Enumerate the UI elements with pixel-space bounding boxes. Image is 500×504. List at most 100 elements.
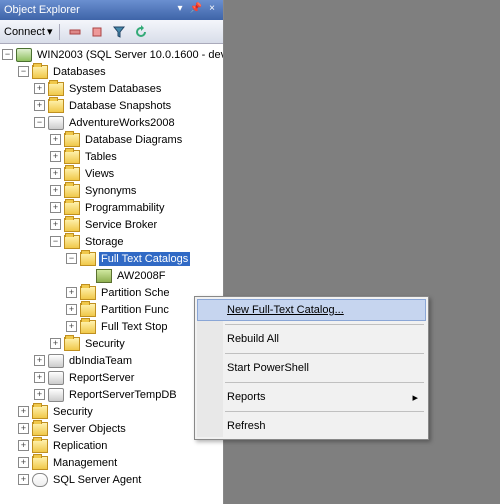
connect-button[interactable]: Connect ▾ [4,25,53,38]
folder-icon [64,235,80,249]
folder-icon [80,303,96,317]
expand-toggle[interactable]: − [66,253,77,264]
tree-node[interactable]: Partition Func [99,303,171,317]
expand-toggle[interactable]: + [50,134,61,145]
tree[interactable]: −WIN2003 (SQL Server 10.0.1600 - dev) −D… [0,44,223,504]
tree-node[interactable]: Database Diagrams [83,133,184,147]
folder-icon [64,218,80,232]
agent-icon [32,473,48,487]
menu-separator [225,382,424,383]
menu-separator [225,324,424,325]
filter-icon[interactable] [111,24,127,40]
expand-toggle[interactable]: + [18,457,29,468]
folder-icon [32,439,48,453]
expand-toggle[interactable]: + [66,287,77,298]
expand-toggle[interactable]: − [18,66,29,77]
server-icon [16,48,32,62]
expand-toggle[interactable]: + [18,423,29,434]
expand-toggle[interactable]: + [34,389,45,400]
dropdown-icon[interactable]: ▾ [173,3,187,17]
context-menu: New Full-Text Catalog... Rebuild All Sta… [194,296,429,440]
tree-node[interactable]: SQL Server Agent [51,473,143,487]
expand-toggle[interactable]: + [50,185,61,196]
tree-node[interactable]: AdventureWorks2008 [67,116,177,130]
tree-node[interactable]: Full Text Stop [99,320,169,334]
object-explorer-panel: Object Explorer ▾ 📌 × Connect ▾ −WIN2003… [0,0,224,504]
folder-icon [64,133,80,147]
disconnect-icon[interactable] [67,24,83,40]
expand-toggle[interactable]: + [34,355,45,366]
expand-toggle[interactable]: + [50,338,61,349]
tree-node[interactable]: Database Snapshots [67,99,173,113]
folder-icon [48,82,64,96]
expand-toggle[interactable]: + [66,304,77,315]
folder-icon [32,456,48,470]
refresh-icon[interactable] [133,24,149,40]
folder-icon [80,286,96,300]
tree-node[interactable]: AW2008F [115,269,168,283]
full-text-catalogs-node[interactable]: Full Text Catalogs [99,252,190,266]
folder-icon [64,184,80,198]
menu-refresh[interactable]: Refresh [197,415,426,437]
folder-icon [64,337,80,351]
catalog-icon [96,269,112,283]
expand-toggle[interactable]: + [34,83,45,94]
tree-node[interactable]: Security [51,405,95,419]
toolbar: Connect ▾ [0,20,223,44]
tree-node[interactable]: ReportServer [67,371,136,385]
folder-icon [32,65,48,79]
submenu-arrow-icon: ▸ [412,391,418,404]
tree-node[interactable]: Views [83,167,116,181]
expand-toggle[interactable]: + [50,202,61,213]
tree-node[interactable]: Storage [83,235,126,249]
tree-node[interactable]: Service Broker [83,218,159,232]
expand-toggle[interactable]: + [50,219,61,230]
expand-toggle[interactable]: − [2,49,13,60]
tree-node[interactable]: Tables [83,150,119,164]
folder-icon [80,252,96,266]
dropdown-icon: ▾ [47,25,53,38]
stop-icon[interactable] [89,24,105,40]
menu-separator [225,353,424,354]
expand-toggle[interactable]: + [18,440,29,451]
menu-reports[interactable]: Reports▸ [197,386,426,408]
expand-toggle[interactable]: + [34,372,45,383]
tree-node[interactable]: System Databases [67,82,163,96]
folder-icon [80,320,96,334]
expand-toggle[interactable]: + [18,474,29,485]
panel-title: Object Explorer [4,4,80,16]
menu-rebuild-all[interactable]: Rebuild All [197,328,426,350]
expand-toggle[interactable]: + [66,321,77,332]
tree-node[interactable]: Management [51,456,119,470]
tree-node[interactable]: Synonyms [83,184,138,198]
databases-node[interactable]: Databases [51,65,108,79]
database-icon [48,371,64,385]
server-node[interactable]: WIN2003 (SQL Server 10.0.1600 - dev) [35,48,223,62]
expand-toggle[interactable]: − [50,236,61,247]
tree-node[interactable]: Programmability [83,201,166,215]
menu-start-powershell[interactable]: Start PowerShell [197,357,426,379]
tree-node[interactable]: Replication [51,439,109,453]
expand-toggle[interactable]: + [50,151,61,162]
tree-node[interactable]: Server Objects [51,422,128,436]
folder-icon [64,201,80,215]
folder-icon [32,422,48,436]
tree-node[interactable]: Security [83,337,127,351]
tree-node[interactable]: dbIndiaTeam [67,354,134,368]
folder-icon [48,99,64,113]
database-icon [48,388,64,402]
expand-toggle[interactable]: + [18,406,29,417]
folder-icon [32,405,48,419]
menu-new-fulltext-catalog[interactable]: New Full-Text Catalog... [197,299,426,321]
connect-label: Connect [4,26,45,38]
tree-node[interactable]: Partition Sche [99,286,171,300]
database-icon [48,354,64,368]
pin-icon[interactable]: 📌 [189,3,203,17]
expand-toggle[interactable]: + [34,100,45,111]
expand-toggle[interactable]: − [34,117,45,128]
expand-toggle[interactable]: + [50,168,61,179]
tree-node[interactable]: ReportServerTempDB [67,388,179,402]
toolbar-sep [59,24,61,40]
title-bar: Object Explorer ▾ 📌 × [0,0,223,20]
close-icon[interactable]: × [205,3,219,17]
